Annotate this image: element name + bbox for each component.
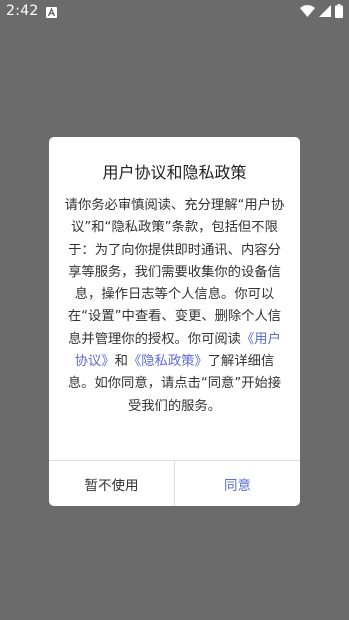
signal-icon — [319, 5, 331, 21]
privacy-dialog: 用户协议和隐私政策 请你务必审慎阅读、充分理解“用户协议”和“隐私政策”条款，包… — [49, 137, 300, 506]
wifi-icon — [300, 5, 315, 21]
status-bar: 2:42 — [0, 0, 349, 24]
notification-a-icon — [46, 6, 57, 18]
agree-button[interactable]: 同意 — [175, 461, 300, 506]
body-text-part1: 请你务必审慎阅读、充分理解“用户协议”和“隐私政策”条款，包括但不限于：为了向你… — [64, 198, 285, 347]
dialog-body: 请你务必审慎阅读、充分理解“用户协议”和“隐私政策”条款，包括但不限于：为了向你… — [63, 195, 286, 418]
battery-icon — [335, 4, 343, 22]
decline-button[interactable]: 暂不使用 — [49, 461, 174, 506]
status-time: 2:42 — [6, 3, 39, 19]
privacy-policy-link[interactable]: 《隐私政策》 — [128, 354, 208, 369]
body-text-and: 和 — [114, 354, 128, 370]
dialog-title: 用户协议和隐私政策 — [102, 163, 247, 182]
